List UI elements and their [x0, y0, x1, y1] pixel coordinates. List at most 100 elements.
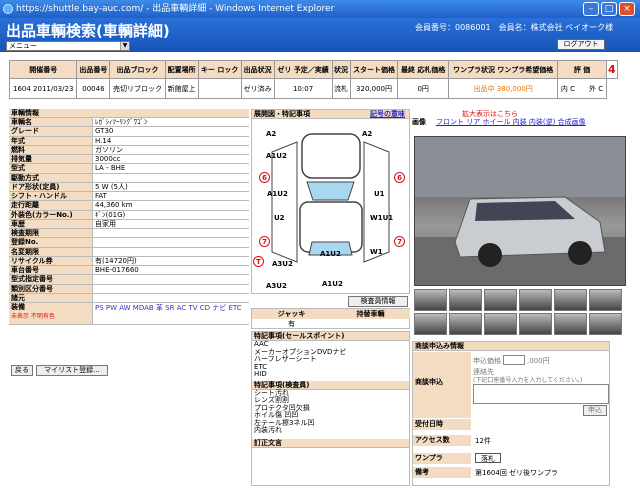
price-label: 申込価格: [473, 357, 501, 365]
damage-label: U1: [374, 190, 385, 198]
info-key: 燃料: [9, 145, 93, 154]
summary-value-5: ゼリ済み: [240, 78, 275, 99]
info-key: ドア形状(定員): [9, 182, 93, 191]
photo-thumbnail[interactable]: [484, 313, 517, 335]
minimize-button[interactable]: –: [583, 2, 599, 16]
price-unit: ,000円: [527, 357, 550, 365]
info-row: 車輌名 ﾚｶﾞｼｨﾂｰﾘﾝｸﾞﾜｺﾞﾝ: [9, 118, 249, 128]
close-button[interactable]: ×: [619, 2, 635, 16]
photo-thumbnail[interactable]: [589, 289, 622, 311]
info-value: 3000cc: [95, 155, 121, 163]
photo-thumbnail[interactable]: [414, 313, 447, 335]
info-row: ドア形状(定員) 5 W (5人): [9, 182, 249, 192]
correction-header: 訂正文言: [252, 438, 409, 448]
photo-thumbnail[interactable]: [554, 289, 587, 311]
info-value: ガソリン: [95, 145, 123, 154]
summary-header-11: 評 価: [557, 60, 607, 79]
oneplus-label: ワンプラ: [413, 453, 471, 464]
summary-header-0: 開催番号: [8, 60, 78, 79]
contact-textarea[interactable]: [473, 384, 609, 404]
exchange-header: 持替車輌: [331, 309, 410, 319]
photo-thumbnail[interactable]: [414, 289, 447, 311]
summary-header-10: ワンプラ状況 ワンプラ希望価格: [447, 60, 559, 79]
legend-link[interactable]: 記号の意味: [370, 110, 405, 119]
damage-marker: 7: [394, 236, 405, 247]
photo-thumbnail[interactable]: [519, 289, 552, 311]
info-row: 類別区分番号: [9, 284, 249, 294]
info-value: [93, 238, 249, 246]
summary-value-2: 売切リブロック: [109, 78, 166, 99]
photo-thumbnail[interactable]: [449, 313, 482, 335]
menu-select-value: メニュー: [9, 42, 37, 50]
car-photo-illustration: [415, 137, 625, 285]
info-key: 駆動方式: [9, 173, 93, 182]
info-key: 諸元: [9, 293, 93, 302]
info-row: シフト・ハンドル FAT: [9, 192, 249, 202]
info-value: ｷﾞﾝ(01G): [95, 210, 126, 219]
info-row: 検査期限: [9, 229, 249, 239]
damage-label: W1U1: [370, 214, 394, 222]
damage-diagram: 展開図・特記事項 記号の意味 A2 A1U2 A1U2 U2 A3U2 A3U2 A2 U1 W1…: [251, 109, 410, 307]
access-count-value: 12件: [475, 437, 491, 445]
score-inner-outer: 内 C外 C: [557, 78, 607, 99]
info-value: [93, 275, 249, 283]
info-row: 登録No.: [9, 238, 249, 248]
chevron-down-icon: ▼: [120, 42, 129, 50]
main-car-photo[interactable]: [414, 136, 626, 286]
summary-value-0: 1604 2011/03/23: [8, 78, 78, 99]
damage-label: A3U2: [266, 282, 287, 290]
apply-button[interactable]: 申込: [583, 405, 607, 416]
menu-select[interactable]: メニュー ▼: [6, 41, 130, 51]
score-value: 4: [605, 60, 619, 79]
summary-header-3: 配置場所: [164, 60, 199, 79]
mylist-button[interactable]: マイリスト登録...: [36, 365, 108, 376]
damage-marker: T: [253, 256, 264, 267]
info-key: 登録No.: [9, 238, 93, 247]
info-key: 外装色(カラーNo.): [9, 210, 93, 219]
photo-thumbnail[interactable]: [519, 313, 552, 335]
summary-table: 開催番号 出品番号 出品ブロック 配置場所 キー ロック 出品状況 ゼリ 予定／実績 状況 スタ…: [8, 60, 619, 99]
equipment-list: PS PW AW MDAB 革 SR AC TV CD ナビ ETC: [95, 304, 242, 312]
inner-score: 内 C: [560, 84, 576, 93]
photo-wall: [415, 137, 625, 197]
photo-thumbnail[interactable]: [484, 289, 517, 311]
note-label: 備考: [413, 467, 471, 478]
inspector-note: 内装汚れ: [254, 426, 282, 434]
photo-thumbnail[interactable]: [589, 313, 622, 335]
summary-header-8: スタート価格: [349, 60, 399, 79]
info-value: [93, 229, 249, 237]
car-wheel-rear: [568, 241, 592, 265]
note-value: 第1604回 ゼリ後ワンプラ: [475, 469, 558, 477]
info-value: 5 W (5人): [95, 182, 128, 191]
maximize-button[interactable]: □: [601, 2, 617, 16]
info-key: 年式: [9, 136, 93, 145]
notes-panel: 特記事項(セールスポイント) AAC メーカーオプションDVDナビ ハーフレザーシー…: [251, 331, 410, 486]
car-wheel-front: [478, 243, 502, 267]
photo-thumbnail[interactable]: [449, 289, 482, 311]
equipment-row: 装備 未表示 不明有色 PS PW AW MDAB 革 SR AC TV CD ナ…: [9, 303, 249, 325]
logout-button[interactable]: ログアウト: [557, 39, 605, 50]
damage-label: U2: [274, 214, 285, 222]
jack-header: ジャッキ: [252, 309, 331, 319]
sales-note: HID: [254, 370, 267, 378]
vehicle-info-header: 車輌情報: [9, 109, 249, 118]
image-links[interactable]: フロント リア ホイール 内装 内装(逆) 合成画像: [436, 117, 636, 127]
info-key: 類別区分番号: [9, 284, 93, 293]
price-input[interactable]: [503, 355, 525, 365]
info-value: 44,360 km: [95, 201, 133, 210]
car-outline: [271, 133, 390, 263]
back-button[interactable]: 戻る: [11, 365, 33, 376]
diagram-title: 展開図・特記事項: [254, 110, 310, 118]
damage-label: W1: [370, 248, 383, 256]
damage-label: A1U2: [320, 250, 341, 258]
damage-label: A3U2: [272, 260, 293, 268]
summary-value-8: 320,000円: [349, 78, 399, 99]
inspector-info-button[interactable]: 検査員情報: [348, 296, 408, 307]
window-titlebar: https://shuttle.bay-auc.com/ - 出品車輌詳細 - …: [0, 0, 640, 18]
info-value: 自家用: [95, 219, 116, 228]
photo-thumbnail[interactable]: [554, 313, 587, 335]
info-row: 型式指定番号: [9, 275, 249, 285]
damage-marker: 6: [259, 172, 270, 183]
member-info: 会員番号：0086001 会員名：株式会社 ベイオーク様: [415, 23, 614, 32]
outer-score: 外 C: [589, 84, 604, 93]
